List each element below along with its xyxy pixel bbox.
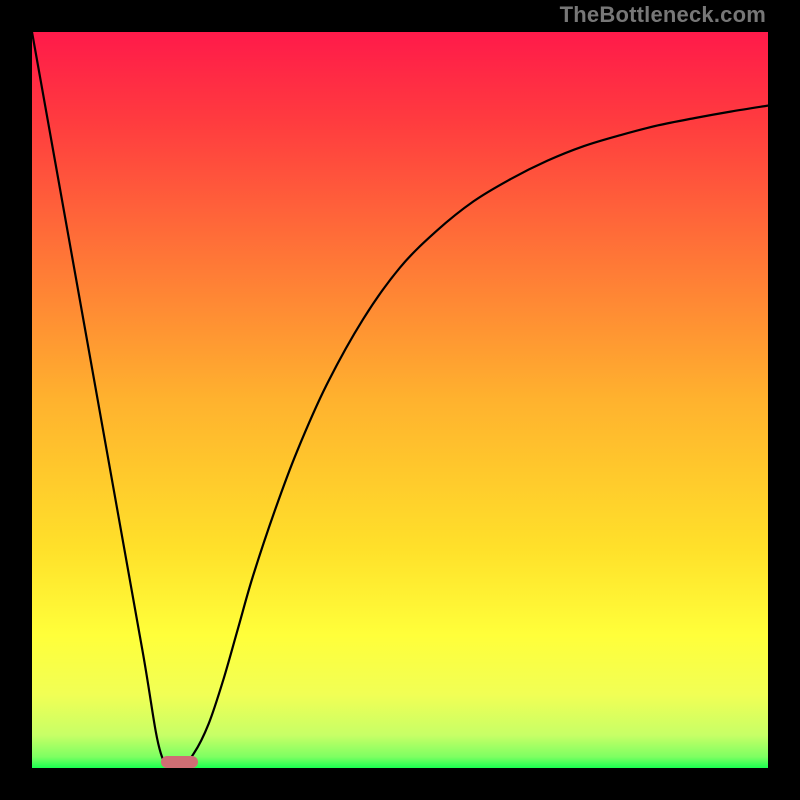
watermark-text: TheBottleneck.com	[560, 2, 766, 28]
chart-frame: TheBottleneck.com	[0, 0, 800, 800]
minimum-marker	[161, 756, 198, 768]
bottleneck-curve	[32, 32, 768, 768]
plot-area	[32, 32, 768, 768]
